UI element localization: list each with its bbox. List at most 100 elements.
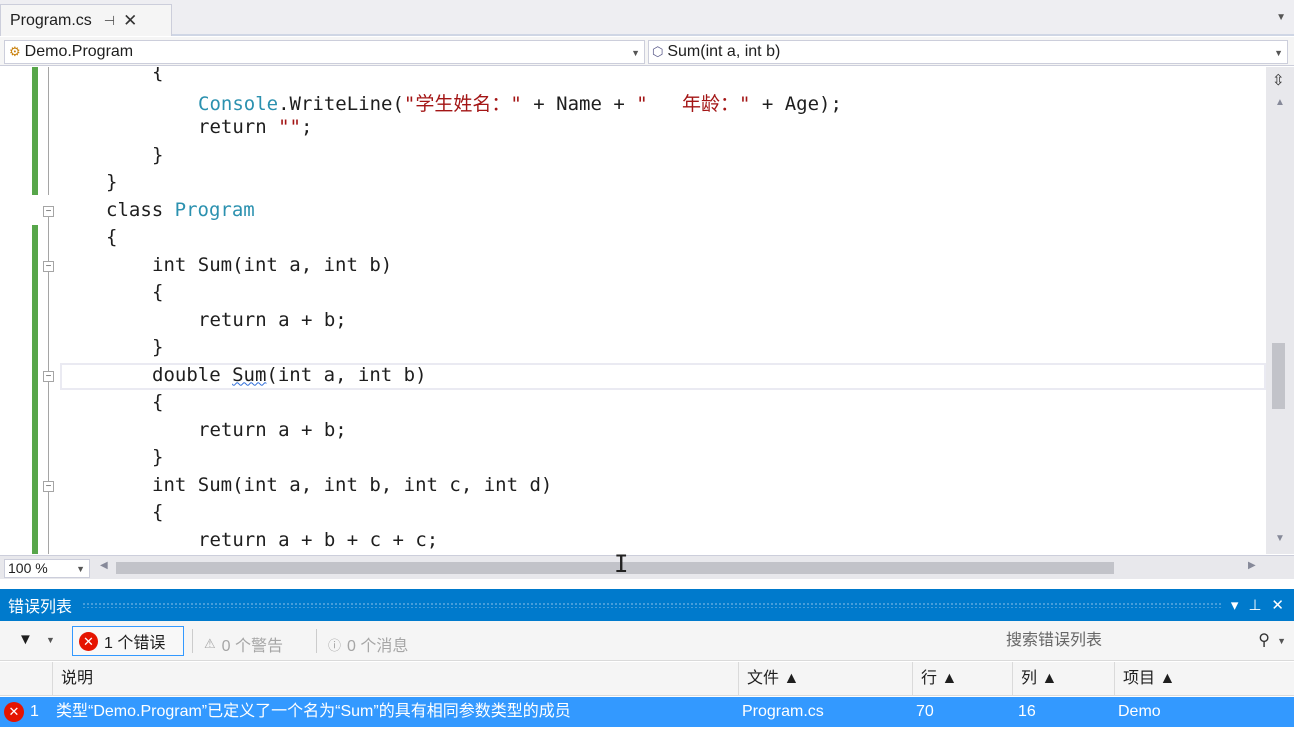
info-icon: ⓘ	[328, 637, 342, 653]
tab-overflow-icon[interactable]: ▼	[1276, 12, 1286, 23]
error-table-header: 说明 文件 ▲ 行 ▲ 列 ▲ 项目 ▲	[0, 662, 1294, 696]
code-line[interactable]: int Sum(int a, int b, int c, int d)	[152, 474, 552, 498]
row-column: 16	[1018, 703, 1036, 720]
code-token: {	[106, 226, 118, 248]
search-placeholder: 搜索错误列表	[1006, 632, 1103, 649]
code-token: return a + b + c + c;	[198, 528, 439, 551]
code-token: int Sum(int a, int b, int c, int d)	[152, 473, 553, 496]
code-token: "学生姓名："	[403, 92, 522, 115]
code-token: Sum	[232, 363, 267, 386]
warning-icon: ⚠	[204, 636, 216, 651]
code-line[interactable]: {	[152, 281, 163, 305]
collapse-icon[interactable]: −	[43, 206, 54, 217]
search-input[interactable]: 搜索错误列表 ⚲ ▼	[1000, 627, 1290, 655]
separator	[316, 629, 317, 653]
error-list-title-bar: 错误列表 ▾ ⊥ ✕	[0, 589, 1294, 621]
code-line[interactable]: Console.WriteLine("学生姓名：" + Name + " 年龄：…	[198, 89, 842, 115]
collapse-icon[interactable]: −	[43, 481, 54, 492]
chevron-down-icon: ▼	[1274, 48, 1283, 58]
change-indicator	[32, 67, 38, 195]
warnings-filter-button[interactable]: ⚠ 0 个警告	[204, 632, 283, 656]
chevron-down-icon[interactable]: ▼	[46, 635, 55, 645]
error-icon: ✕	[4, 702, 24, 722]
code-token: }	[152, 143, 164, 166]
tab-label: Program.cs	[10, 11, 92, 29]
pin-icon[interactable]: ⊣	[104, 13, 115, 29]
code-token: + Name +	[521, 92, 637, 115]
error-icon: ✕	[79, 631, 98, 651]
code-line[interactable]: }	[152, 144, 163, 168]
split-icon[interactable]: ⇳	[1272, 71, 1285, 89]
class-dropdown[interactable]: ⚙ Demo.Program ▼	[4, 40, 645, 64]
navigation-bar: ⚙ Demo.Program ▼ ⬡ Sum(int a, int b) ▼	[0, 37, 1294, 66]
search-icon[interactable]: ⚲	[1258, 627, 1270, 655]
filter-icon[interactable]: ▼	[18, 631, 33, 648]
code-line[interactable]: }	[106, 171, 117, 195]
column-description[interactable]: 说明	[52, 662, 738, 696]
error-list-toolbar: ▼ ▼ ✕ 1 个错误 ⚠ 0 个警告 ⓘ 0 个消息 搜索错误列表 ⚲ ▼	[0, 621, 1294, 661]
scroll-right-icon[interactable]: ▶	[1248, 560, 1256, 571]
code-line[interactable]: }	[152, 446, 163, 470]
collapse-icon[interactable]: −	[43, 261, 54, 272]
text-cursor-icon: I	[614, 550, 629, 578]
messages-filter-button[interactable]: ⓘ 0 个消息	[328, 632, 408, 656]
chevron-down-icon[interactable]: ▼	[1277, 627, 1286, 655]
close-icon[interactable]: ✕	[1271, 596, 1284, 614]
document-tab-strip: Program.cs ⊣ ✕ ▼	[0, 0, 1294, 36]
method-icon: ⬡	[652, 44, 664, 59]
vertical-scroll-thumb[interactable]	[1272, 343, 1285, 409]
scroll-up-icon[interactable]: ▲	[1275, 97, 1285, 108]
code-line[interactable]: class Program	[106, 199, 255, 223]
column-icon[interactable]	[0, 662, 52, 696]
code-line[interactable]: int Sum(int a, int b)	[152, 254, 392, 278]
column-column[interactable]: 列 ▲	[1012, 662, 1114, 696]
code-line[interactable]: double Sum(int a, int b)	[152, 364, 427, 388]
code-line[interactable]: {	[152, 391, 163, 415]
zoom-dropdown[interactable]: 100 % ▼	[4, 559, 90, 578]
pin-icon[interactable]: ⊥	[1248, 596, 1261, 614]
code-line[interactable]: }	[152, 336, 163, 360]
outline-guide	[48, 67, 49, 195]
row-line: 70	[916, 703, 934, 720]
code-token: return a + b;	[198, 418, 347, 441]
class-icon: ⚙	[9, 44, 21, 59]
table-row[interactable]: ✕ 1 类型“Demo.Program”已定义了一个名为“Sum”的具有相同参数…	[0, 697, 1294, 727]
row-project: Demo	[1118, 703, 1161, 720]
row-description: 类型“Demo.Program”已定义了一个名为“Sum”的具有相同参数类型的成…	[56, 703, 571, 720]
row-number: 1	[30, 703, 39, 720]
code-token: Program	[174, 198, 255, 221]
column-file[interactable]: 文件 ▲	[738, 662, 912, 696]
code-line[interactable]: {	[152, 501, 163, 525]
code-token: ""	[278, 116, 301, 138]
warnings-count: 0 个警告	[221, 638, 284, 655]
title-grip	[82, 602, 1221, 608]
code-token: {	[152, 67, 164, 83]
code-token: + Age);	[750, 92, 842, 115]
member-dropdown-value: Sum(int a, int b)	[667, 43, 781, 60]
code-line[interactable]: return "";	[198, 116, 312, 140]
separator	[192, 629, 193, 653]
row-file: Program.cs	[742, 703, 824, 720]
code-line[interactable]: return a + b + c + c;	[198, 529, 438, 553]
column-project[interactable]: 项目 ▲	[1114, 662, 1294, 696]
scroll-left-icon[interactable]: ◀	[100, 560, 108, 571]
code-line[interactable]: {	[152, 67, 163, 85]
member-dropdown[interactable]: ⬡ Sum(int a, int b) ▼	[648, 40, 1288, 64]
code-token: .WriteLine(	[278, 92, 404, 115]
vertical-scrollbar[interactable]: ⇳ ▲ ▼	[1266, 67, 1294, 554]
code-token: {	[152, 501, 164, 523]
code-token: int Sum(int a, int b)	[152, 253, 393, 276]
code-token: ;	[300, 116, 313, 138]
close-icon[interactable]: ✕	[123, 11, 137, 31]
code-line[interactable]: return a + b;	[198, 309, 347, 333]
collapse-icon[interactable]: −	[43, 371, 54, 382]
code-line[interactable]: return a + b;	[198, 419, 347, 443]
errors-filter-button[interactable]: ✕ 1 个错误	[72, 626, 184, 656]
dropdown-icon[interactable]: ▾	[1231, 596, 1239, 614]
code-editor[interactable]: − − − − { Console.WriteLine("学生姓名：" + Nam…	[0, 67, 1266, 554]
code-token: (int a, int b)	[266, 363, 427, 386]
column-line[interactable]: 行 ▲	[912, 662, 1012, 696]
tab-program-cs[interactable]: Program.cs ⊣ ✕	[0, 4, 172, 36]
scroll-down-icon[interactable]: ▼	[1275, 533, 1285, 544]
code-line[interactable]: {	[106, 226, 117, 250]
